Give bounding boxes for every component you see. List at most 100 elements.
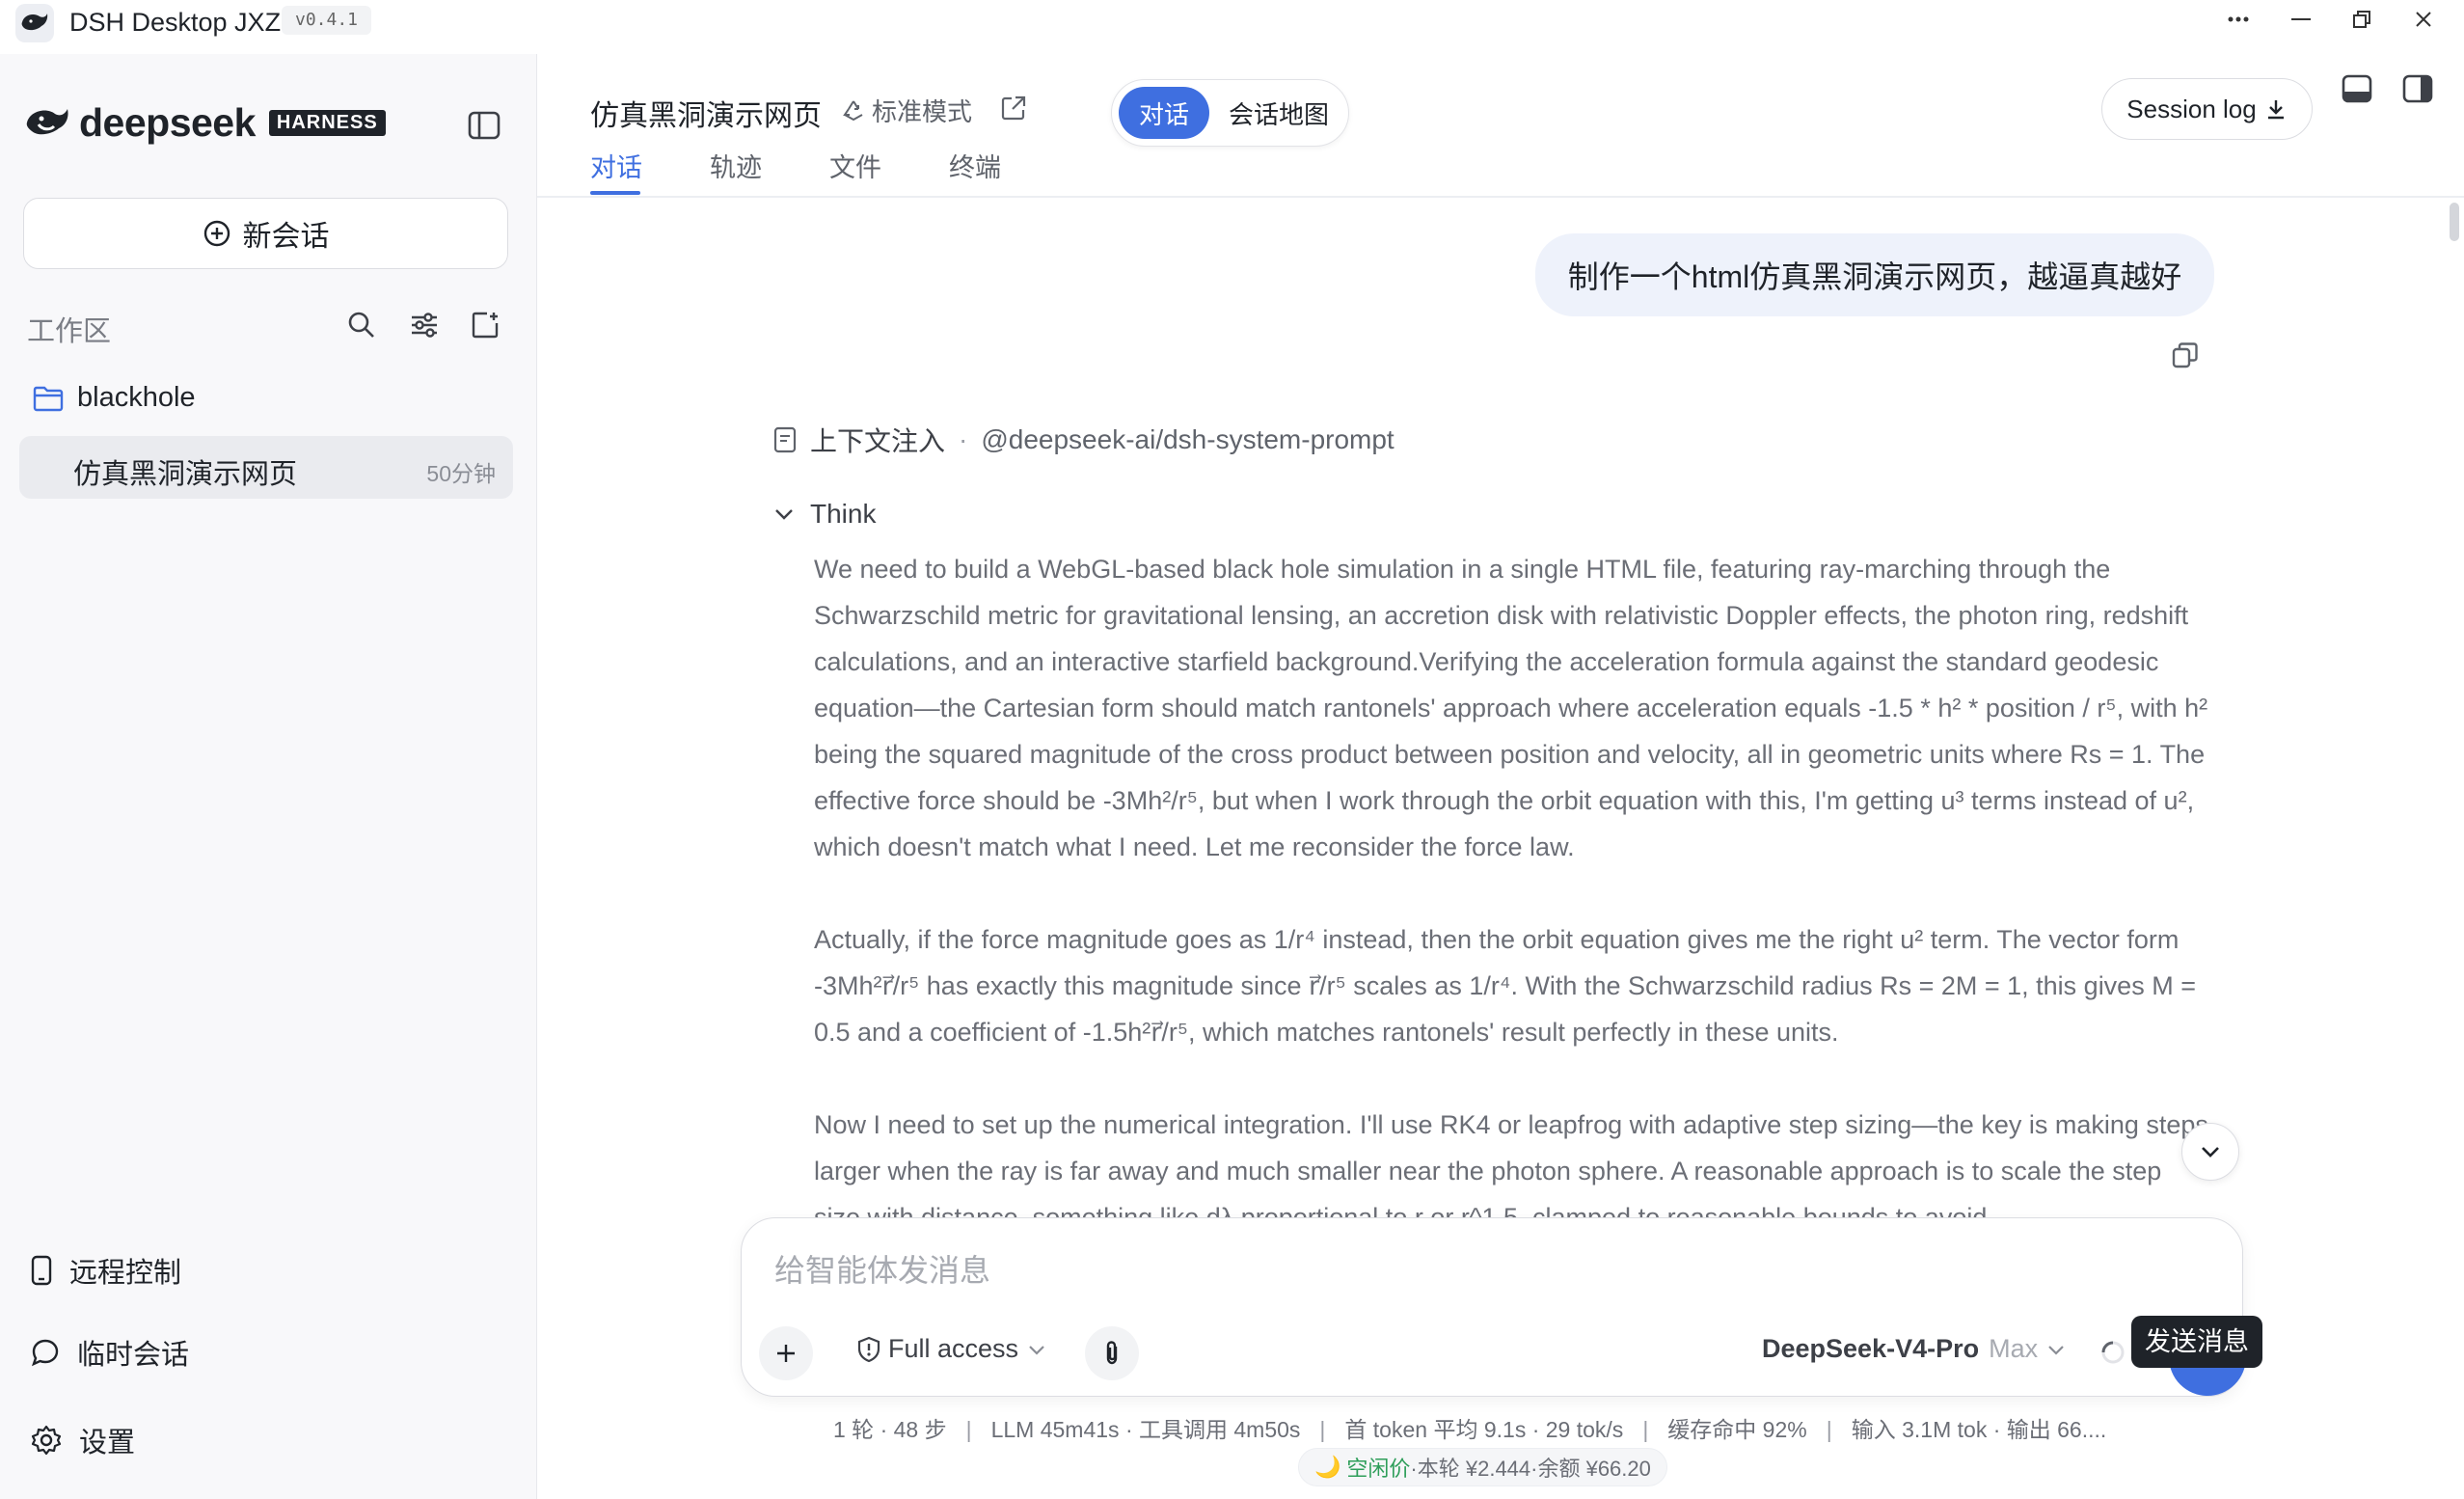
page-title: 仿真黑洞演示网页 [590,100,822,132]
chat-bubble-icon [31,1339,59,1367]
think-label: Think [810,499,877,529]
plus-circle-icon [203,220,230,247]
stat-cache-hit: 缓存命中 92% [1667,1417,1807,1442]
think-content: We need to build a WebGL-based black hol… [814,546,2212,1219]
session-title: 仿真黑洞演示网页 [73,459,298,490]
folder-name: blackhole [77,382,196,413]
folder-item-blackhole[interactable]: blackhole [33,382,196,414]
view-toggle-map[interactable]: 会话地图 [1218,87,1340,139]
model-name: DeepSeek-V4-Pro [1762,1334,1980,1363]
loading-spinner-icon [2099,1339,2126,1366]
stat-separator: | [965,1417,972,1442]
tab-trace[interactable]: 轨迹 [710,147,762,184]
right-panel-icon[interactable] [2400,71,2437,108]
shield-icon [857,1336,880,1362]
new-folder-icon[interactable] [467,307,503,343]
context-source: @deepseek-ai/dsh-system-prompt [981,424,1394,454]
scrollbar-thumb[interactable] [2450,203,2459,241]
think-paragraph: Actually, if the force magnitude goes as… [814,925,2196,1047]
model-tier: Max [1989,1334,2039,1363]
title-bar: DSH Desktop JXZ v0.4.1 [0,0,2464,54]
bottom-panel-icon[interactable] [2340,71,2376,108]
paperclip-button[interactable] [1085,1326,1139,1380]
gear-icon [31,1425,62,1456]
access-label: Full access [888,1334,1019,1363]
session-log-label: Session log [2126,94,2257,123]
mode-badge[interactable]: 标准模式 [841,93,972,128]
stat-separator: | [1319,1417,1326,1442]
stat-rounds: 1 轮 · 48 步 [833,1417,947,1442]
active-tab-indicator [590,191,640,195]
deepseek-whale-icon [26,108,68,134]
think-toggle[interactable]: Think [773,499,876,530]
settings-button[interactable]: 设置 [31,1420,135,1460]
paperclip-icon [1106,1341,1118,1365]
stat-first-token: 首 token 平均 9.1s · 29 tok/s [1344,1417,1624,1442]
view-toggle-chat[interactable]: 对话 [1119,87,1209,139]
tab-terminal[interactable]: 终端 [949,147,1001,184]
context-label: 上下文注入 [810,426,946,456]
access-level-select[interactable]: Full access [857,1334,1053,1364]
tab-files[interactable]: 文件 [829,147,881,184]
app-title: DSH Desktop JXZ [69,8,282,37]
temp-chat-button[interactable]: 临时会话 [31,1332,189,1373]
session-time: 50分钟 [426,461,496,486]
settings-label: 设置 [79,1428,136,1458]
remote-control-button[interactable]: 远程控制 [31,1250,181,1291]
folder-icon [33,386,64,411]
message-input[interactable] [772,1245,2126,1295]
brand-name: deepseek [79,100,256,145]
think-paragraph: Now I need to set up the numerical integ… [814,1110,2208,1219]
message-composer: Full access DeepSeek-V4-Pro Max [741,1217,2246,1397]
scroll-to-bottom-button[interactable] [2181,1123,2239,1181]
run-stats: 1 轮 · 48 步 | LLM 45m41s · 工具调用 4m50s | 首 tok… [833,1411,2106,1444]
sidebar-toggle-icon[interactable] [467,108,501,143]
moon-icon: 🌙 [1314,1455,1341,1479]
model-select[interactable]: DeepSeek-V4-Pro Max [1762,1334,2065,1364]
brand-logo: deepseek HARNESS [25,100,386,146]
view-toggle: 对话 会话地图 [1111,79,1349,147]
think-paragraph: We need to build a WebGL-based black hol… [814,555,2208,861]
price-status-pill: 🌙 空闲价 ·本轮 ¥2.444·余额 ¥66.20 [1298,1448,1667,1486]
price-detail: ·本轮 ¥2.444·余额 ¥66.20 [1410,1457,1651,1481]
chevron-down-icon [775,509,793,520]
tab-chat[interactable]: 对话 [590,147,642,184]
minimize-icon[interactable] [2266,0,2336,39]
new-chat-label: 新会话 [242,221,330,253]
stat-llm-time: LLM 45m41s · 工具调用 4m50s [990,1417,1301,1442]
close-icon[interactable] [2389,0,2458,39]
brand-badge: HARNESS [268,110,386,136]
plus-icon [777,1345,795,1362]
recycle-icon [843,99,863,121]
mode-label: 标准模式 [872,97,973,126]
stat-separator: | [1642,1417,1649,1442]
phone-icon [31,1255,52,1286]
price-status: 空闲价 [1346,1457,1411,1481]
document-icon [773,426,797,453]
search-icon[interactable] [343,307,380,343]
remote-control-label: 远程控制 [69,1258,182,1289]
whale-logo-icon [15,4,54,42]
temp-chat-label: 临时会话 [77,1340,190,1371]
workspace-heading: 工作区 [27,316,112,347]
stat-tokens: 输入 3.1M tok · 输出 66.... [1851,1417,2107,1442]
send-tooltip: 发送消息 [2131,1316,2262,1368]
session-log-button[interactable]: Session log [2101,78,2313,140]
download-icon [2267,100,2284,120]
new-chat-button[interactable]: 新会话 [23,198,508,269]
more-icon[interactable] [2204,0,2273,39]
context-separator: · [959,424,968,454]
add-attachment-button[interactable] [759,1326,813,1380]
restore-icon[interactable] [2327,0,2396,39]
version-badge: v0.4.1 [282,6,372,35]
external-link-icon[interactable] [999,94,1030,124]
copy-icon[interactable] [2170,340,2203,372]
user-message-bubble: 制作一个html仿真黑洞演示网页，越逼真越好 [1535,233,2214,316]
chevron-down-icon [2202,1147,2219,1158]
filter-sliders-icon[interactable] [406,307,443,343]
context-injection-row[interactable]: 上下文注入 · @deepseek-ai/dsh-system-prompt [773,421,1394,459]
session-item[interactable]: 仿真黑洞演示网页 50分钟 [19,436,513,499]
stat-separator: | [1826,1417,1832,1442]
chevron-down-icon [1029,1345,1044,1355]
chevron-down-icon [2048,1345,2064,1355]
